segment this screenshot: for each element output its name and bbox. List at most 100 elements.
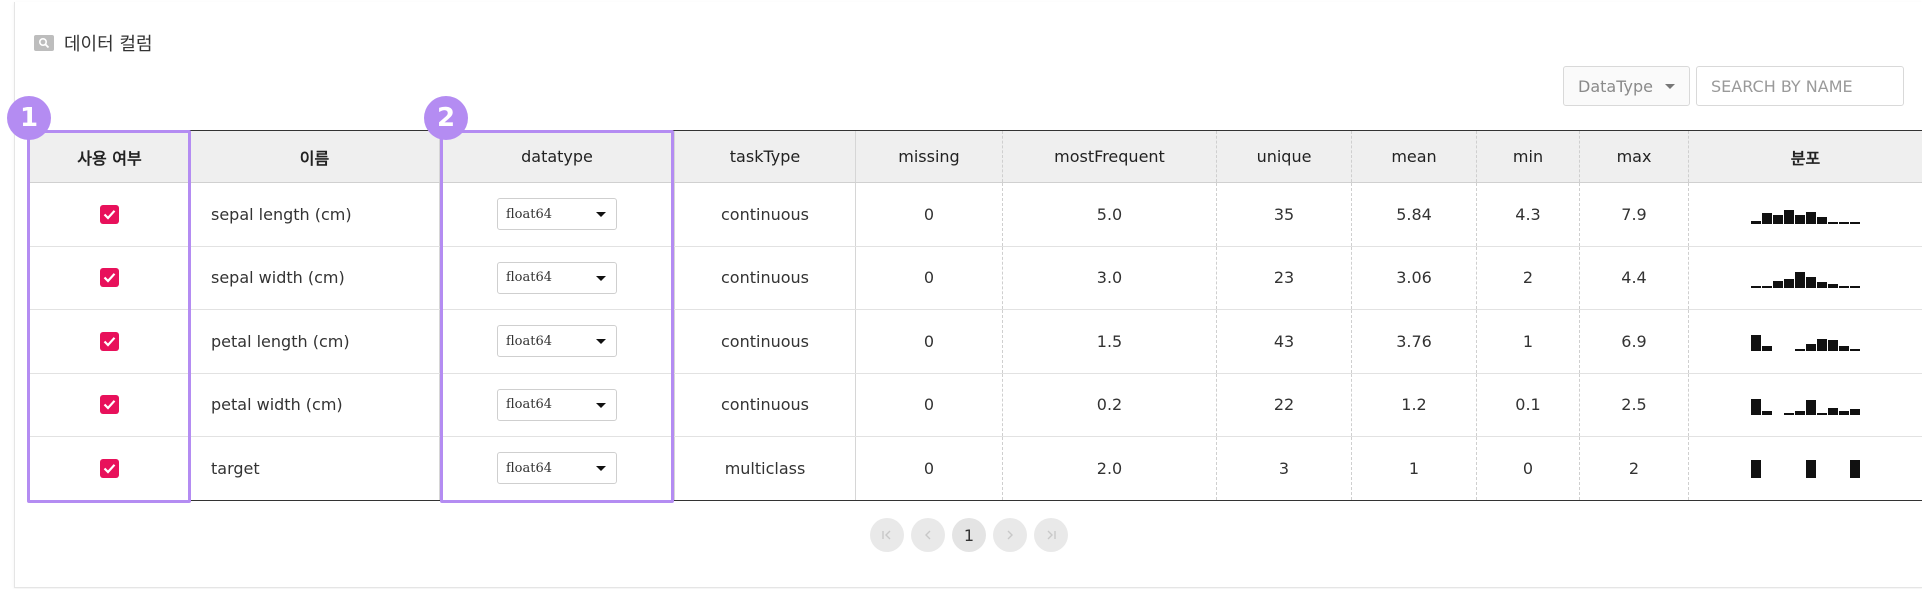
- histogram-bar: [1816, 217, 1827, 225]
- histogram-bar: [1773, 476, 1783, 478]
- histogram-bar: [1783, 209, 1794, 225]
- use-checkbox[interactable]: [100, 458, 119, 478]
- datatype-value: float64: [506, 270, 553, 286]
- column-name: target: [190, 437, 440, 500]
- use-checkbox[interactable]: [100, 395, 119, 415]
- histogram-bar: [1750, 460, 1761, 479]
- histogram-bar: [1772, 280, 1783, 288]
- use-checkbox[interactable]: [100, 331, 119, 351]
- max-cell: 4.4: [1580, 246, 1689, 309]
- distribution-cell: [1689, 310, 1922, 373]
- histogram-bar: [1839, 476, 1849, 478]
- use-cell: [30, 183, 190, 246]
- datatype-select[interactable]: float64: [497, 452, 617, 485]
- histogram-bar: [1750, 220, 1761, 225]
- histogram-bar: [1838, 222, 1849, 225]
- tasktype-cell: multiclass: [675, 437, 856, 500]
- table-header-row: 사용 여부 이름 datatype taskType missing mostF…: [30, 130, 1922, 183]
- prev-page-button[interactable]: [911, 518, 945, 552]
- datatype-select[interactable]: float64: [497, 325, 617, 358]
- missing-cell: 0: [856, 183, 1003, 246]
- histogram-bar: [1838, 411, 1849, 415]
- histogram-bar: [1827, 340, 1838, 352]
- histogram-bar: [1827, 407, 1838, 415]
- caret-down-icon: [596, 339, 606, 345]
- last-page-button[interactable]: [1034, 518, 1068, 552]
- histogram-bar: [1795, 476, 1805, 478]
- unique-cell: 22: [1217, 373, 1352, 436]
- histogram-bar: [1750, 335, 1761, 352]
- header-mean: mean: [1352, 131, 1477, 182]
- distribution-sparkline: [1750, 395, 1861, 415]
- header-missing: missing: [856, 131, 1003, 182]
- column-name: petal width (cm): [190, 373, 440, 436]
- table-row: sepal length (cm) float64 continuous 0 5…: [30, 183, 1922, 247]
- mean-cell: 1.2: [1352, 373, 1477, 436]
- histogram-bar: [1827, 222, 1838, 225]
- histogram-bar: [1849, 460, 1860, 479]
- header-mostfrequent: mostFrequent: [1003, 131, 1217, 182]
- next-page-button[interactable]: [993, 518, 1027, 552]
- page-button-current[interactable]: 1: [952, 518, 986, 552]
- histogram-bar: [1761, 411, 1772, 415]
- histogram-bar: [1773, 349, 1783, 351]
- max-cell: 2.5: [1580, 373, 1689, 436]
- distribution-cell: [1689, 437, 1922, 500]
- tasktype-cell: continuous: [675, 183, 856, 246]
- histogram-bar: [1849, 409, 1860, 415]
- use-cell: [30, 437, 190, 500]
- histogram-bar: [1783, 412, 1794, 415]
- first-page-button[interactable]: [870, 518, 904, 552]
- table-row: petal width (cm) float64 continuous 0 0.…: [30, 373, 1922, 437]
- column-name: sepal length (cm): [190, 183, 440, 246]
- histogram-bar: [1849, 222, 1860, 225]
- mean-cell: 1: [1352, 437, 1477, 500]
- max-cell: 6.9: [1580, 310, 1689, 373]
- last-page-icon: [1047, 530, 1056, 540]
- header-min: min: [1477, 131, 1580, 182]
- datatype-cell: float64: [440, 437, 675, 500]
- histogram-bar: [1849, 349, 1860, 352]
- datatype-filter-select[interactable]: DataType: [1563, 66, 1690, 106]
- datatype-select[interactable]: float64: [497, 198, 617, 231]
- datatype-filter-label: DataType: [1578, 76, 1653, 96]
- unique-cell: 23: [1217, 246, 1352, 309]
- mostfrequent-cell: 1.5: [1003, 310, 1217, 373]
- annotation-badge-1: 1: [7, 96, 51, 140]
- mostfrequent-cell: 2.0: [1003, 437, 1217, 500]
- datatype-cell: float64: [440, 246, 675, 309]
- datatype-select[interactable]: float64: [497, 261, 617, 294]
- missing-cell: 0: [856, 246, 1003, 309]
- histogram-bar: [1761, 345, 1772, 352]
- min-cell: 0.1: [1477, 373, 1580, 436]
- histogram-bar: [1750, 398, 1761, 415]
- distribution-cell: [1689, 374, 1922, 437]
- header-tasktype: taskType: [675, 131, 856, 182]
- datatype-select[interactable]: float64: [497, 388, 617, 421]
- column-name: sepal width (cm): [190, 246, 440, 309]
- distribution-cell: [1689, 247, 1922, 310]
- search-icon: [34, 35, 54, 51]
- missing-cell: 0: [856, 373, 1003, 436]
- header-use: 사용 여부: [30, 131, 190, 182]
- use-cell: [30, 310, 190, 373]
- use-checkbox[interactable]: [100, 268, 119, 288]
- table-row: target float64 multiclass 0 2.0 3 1 0 2: [30, 437, 1922, 501]
- use-cell: [30, 373, 190, 436]
- search-by-name-input[interactable]: [1696, 66, 1904, 106]
- header-max: max: [1580, 131, 1689, 182]
- histogram-bar: [1794, 271, 1805, 288]
- mostfrequent-cell: 0.2: [1003, 373, 1217, 436]
- max-cell: 7.9: [1580, 183, 1689, 246]
- max-cell: 2: [1580, 437, 1689, 500]
- histogram-bar: [1784, 349, 1794, 351]
- section-title: 데이터 컬럼: [64, 34, 153, 55]
- distribution-sparkline: [1750, 204, 1861, 225]
- histogram-bar: [1805, 400, 1816, 415]
- distribution-sparkline: [1750, 268, 1861, 288]
- datatype-cell: float64: [440, 183, 675, 246]
- tasktype-cell: continuous: [675, 373, 856, 436]
- mostfrequent-cell: 3.0: [1003, 246, 1217, 309]
- caret-down-icon: [596, 212, 606, 218]
- use-checkbox[interactable]: [100, 204, 119, 224]
